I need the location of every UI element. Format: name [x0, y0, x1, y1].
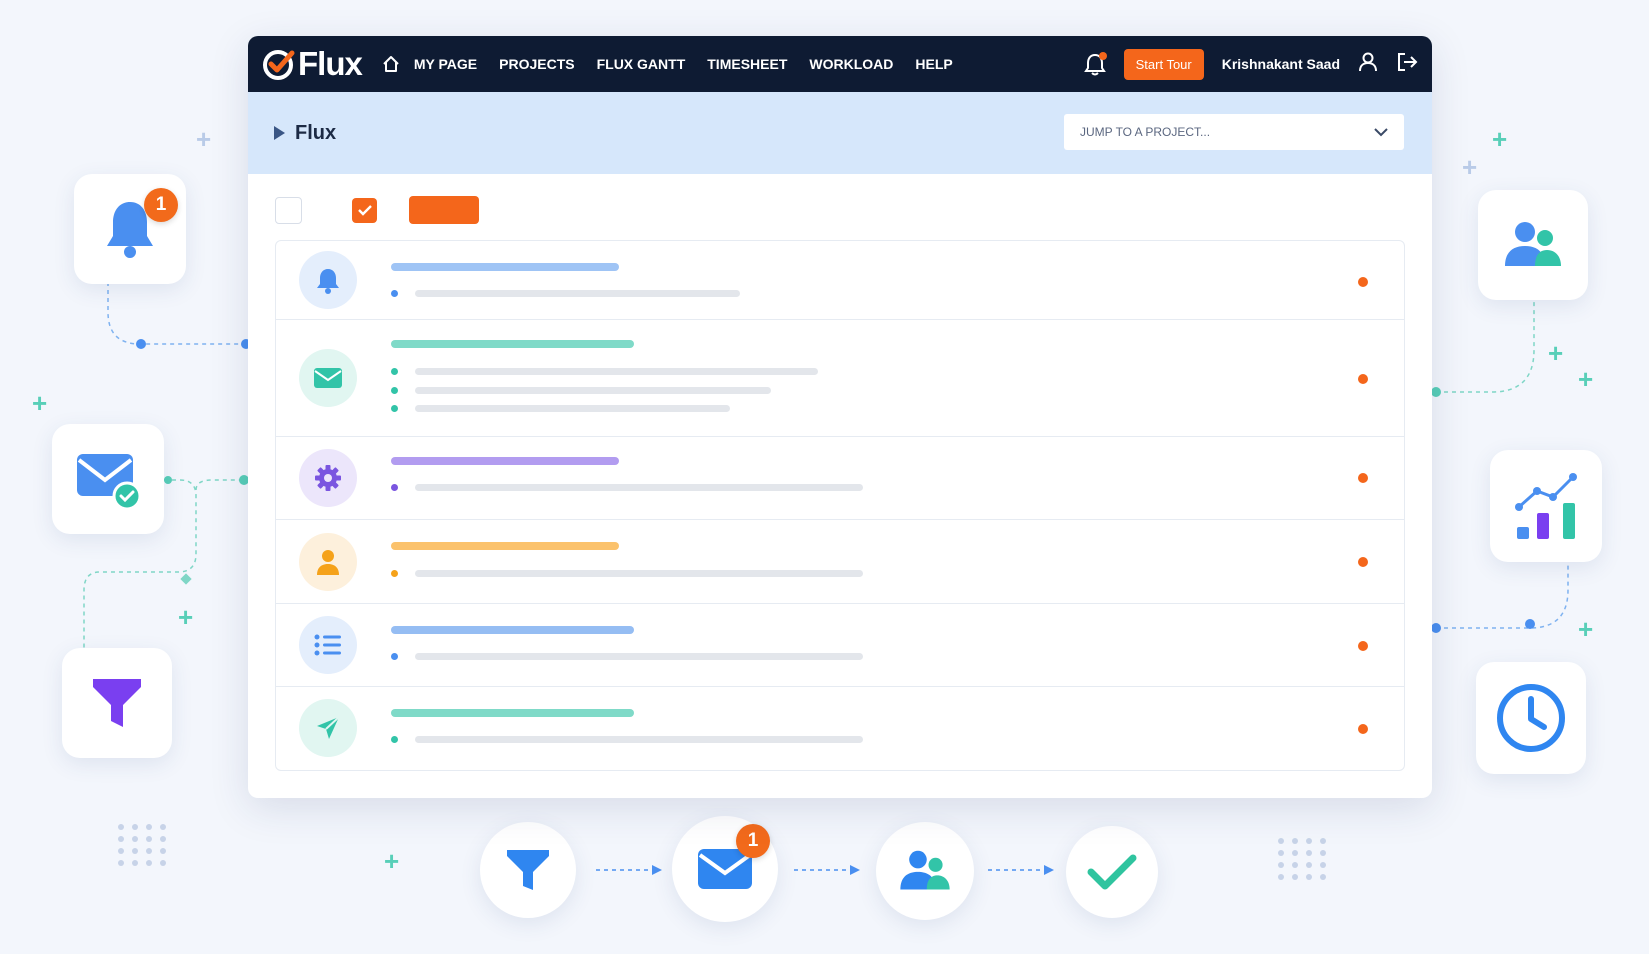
unread-dot — [1358, 724, 1368, 734]
expand-arrow-icon[interactable] — [274, 126, 285, 140]
plus-decoration: + — [384, 846, 400, 876]
chart-icon — [1515, 473, 1577, 539]
dot-grid-decoration — [118, 824, 168, 866]
main-nav: MY PAGE PROJECTS FLUX GANTT TIMESHEET WO… — [382, 55, 953, 73]
notification-dot — [1098, 52, 1107, 60]
start-tour-button[interactable]: Start Tour — [1123, 48, 1204, 80]
plus-decoration: + — [1462, 152, 1478, 182]
list-item[interactable] — [276, 520, 1404, 604]
team-card — [1478, 190, 1588, 300]
app-window: Flux MY PAGE PROJECTS FLUX GANTT TIMESHE… — [248, 36, 1432, 798]
gear-icon — [315, 465, 341, 491]
row-title-placeholder — [391, 340, 634, 348]
mail-check-icon — [77, 454, 142, 510]
row-title-placeholder — [391, 626, 634, 634]
plus-decoration: + — [1578, 364, 1594, 394]
list-item[interactable] — [276, 437, 1404, 520]
clock-icon — [1497, 684, 1565, 752]
nav-help[interactable]: HELP — [915, 56, 952, 72]
unread-dot — [1358, 557, 1368, 567]
plus-decoration: + — [196, 124, 212, 154]
select-all-checkbox[interactable] — [275, 196, 302, 224]
filter-card — [62, 648, 172, 758]
check-icon — [1087, 854, 1137, 890]
flow-done-step — [1066, 826, 1158, 918]
checked-checkbox[interactable] — [352, 197, 377, 223]
notification-card: 1 — [74, 174, 186, 284]
breadcrumb[interactable]: Flux — [274, 122, 336, 145]
mail-icon — [314, 368, 342, 388]
project-header: Flux JUMP TO A PROJECT... — [248, 92, 1432, 174]
nav-flux-gantt[interactable]: FLUX GANTT — [597, 56, 686, 72]
logout-icon[interactable] — [1396, 52, 1418, 77]
user-icon — [317, 550, 339, 575]
mail-card — [52, 424, 164, 534]
flow-users-step — [876, 822, 974, 920]
flow-mail-badge: 1 — [736, 824, 770, 858]
bell-icon — [317, 269, 339, 294]
content-area — [248, 174, 1432, 793]
analytics-card — [1490, 450, 1602, 562]
list-item[interactable] — [276, 687, 1404, 770]
plus-decoration: + — [32, 388, 48, 418]
nav-my-page[interactable]: MY PAGE — [414, 56, 477, 72]
row-icon-bg — [299, 251, 357, 309]
dot-grid-decoration — [1278, 838, 1328, 880]
list-item[interactable] — [276, 320, 1404, 437]
row-icon-bg — [299, 533, 357, 591]
users-icon — [900, 850, 950, 890]
flow-filter-step — [480, 822, 576, 918]
filter-icon — [507, 850, 549, 890]
checkmark-icon — [357, 204, 372, 216]
nav-projects[interactable]: PROJECTS — [499, 56, 574, 72]
page-title: Flux — [295, 121, 337, 144]
row-title-placeholder — [391, 263, 619, 271]
user-icon[interactable] — [1358, 52, 1378, 77]
plus-decoration: + — [1492, 124, 1508, 154]
users-icon — [1505, 222, 1561, 266]
plus-decoration: + — [178, 602, 194, 632]
nav-timesheet[interactable]: TIMESHEET — [707, 56, 787, 72]
home-icon[interactable] — [382, 55, 400, 73]
logo-text: Flux — [298, 45, 363, 82]
row-title-placeholder — [391, 709, 634, 717]
logo-check-icon — [263, 50, 295, 80]
row-title-placeholder — [391, 457, 619, 465]
notification-bell-icon[interactable] — [1083, 52, 1107, 76]
clock-card — [1476, 662, 1586, 774]
notification-badge: 1 — [144, 188, 178, 222]
send-icon — [317, 716, 340, 739]
action-button[interactable] — [409, 196, 479, 224]
top-navbar: Flux MY PAGE PROJECTS FLUX GANTT TIMESHE… — [248, 36, 1432, 92]
list-toolbar — [275, 196, 1405, 224]
user-name[interactable]: Krishnakant Saad — [1222, 56, 1340, 72]
unread-dot — [1358, 277, 1368, 287]
jump-to-project-placeholder: JUMP TO A PROJECT... — [1080, 125, 1211, 139]
navbar-right: Start Tour Krishnakant Saad — [1083, 48, 1418, 80]
row-title-placeholder — [391, 542, 619, 550]
unread-dot — [1358, 473, 1368, 483]
flow-mail-step: 1 — [672, 816, 778, 922]
row-icon-bg — [299, 349, 357, 407]
list-icon — [314, 634, 341, 656]
chevron-down-icon — [1374, 127, 1388, 136]
list-item[interactable] — [276, 604, 1404, 687]
row-icon-bg — [299, 616, 357, 674]
notification-list — [275, 240, 1405, 771]
row-icon-bg — [299, 449, 357, 507]
nav-workload[interactable]: WORKLOAD — [809, 56, 893, 72]
unread-dot — [1358, 374, 1368, 384]
plus-decoration: + — [1578, 614, 1594, 644]
jump-to-project-select[interactable]: JUMP TO A PROJECT... — [1064, 114, 1404, 150]
unread-dot — [1358, 641, 1368, 651]
row-icon-bg — [299, 699, 357, 757]
list-item[interactable] — [276, 241, 1404, 320]
logo[interactable]: Flux — [262, 45, 363, 83]
plus-decoration: + — [1548, 338, 1564, 368]
filter-icon — [93, 679, 141, 727]
